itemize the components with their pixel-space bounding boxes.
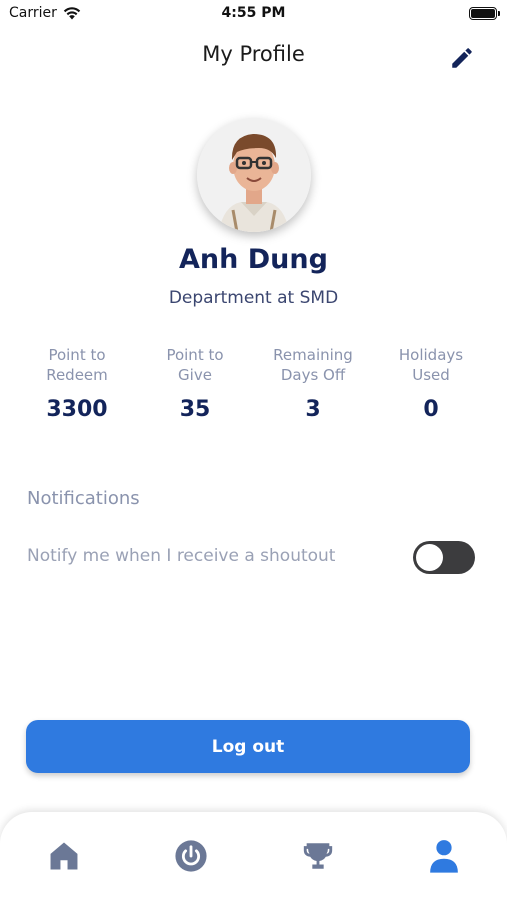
battery-icon: [469, 7, 500, 20]
tab-home[interactable]: [40, 832, 88, 880]
page-title: My Profile: [202, 42, 305, 66]
clock: 4:55 PM: [221, 5, 286, 21]
stat-label: Remaining Days Off: [273, 346, 353, 384]
shoutout-notification-label: Notify me when I receive a shoutout: [27, 546, 336, 566]
tab-power[interactable]: [167, 832, 215, 880]
stat-value: 35: [179, 397, 211, 422]
tab-trophy[interactable]: [294, 832, 342, 880]
home-icon: [50, 842, 78, 870]
stat-point-to-give: Point to Give 35: [136, 345, 254, 422]
stat-point-to-redeem: Point to Redeem 3300: [18, 345, 136, 422]
trophy-icon: [303, 843, 333, 869]
stats-row: Point to Redeem 3300 Point to Give 35 Re…: [18, 345, 490, 422]
stat-value: 3: [305, 397, 321, 422]
notifications-heading: Notifications: [27, 488, 140, 509]
toggle-knob: [416, 544, 443, 571]
avatar-illustration: [197, 118, 311, 232]
bottom-tab-bar: [0, 812, 507, 900]
pencil-icon: [452, 48, 472, 68]
profile-name: Anh Dung: [179, 244, 328, 275]
stat-value: 0: [423, 397, 439, 422]
shoutout-notification-toggle[interactable]: [413, 541, 475, 574]
avatar: [197, 118, 311, 232]
stat-remaining-days-off: Remaining Days Off 3: [254, 345, 372, 422]
tab-profile[interactable]: [420, 832, 468, 880]
profile-icon: [430, 840, 458, 873]
stat-holidays-used: Holidays Used 0: [372, 345, 490, 422]
profile-department: Department at SMD: [168, 288, 339, 308]
stat-label: Point to Give: [166, 346, 224, 384]
stat-label: Point to Redeem: [46, 346, 108, 384]
stat-value: 3300: [46, 397, 108, 422]
status-bar: Carrier 4:55 PM: [0, 0, 507, 28]
shoutout-notification-row: Notify me when I receive a shoutout: [27, 538, 477, 576]
edit-profile-button[interactable]: [447, 43, 477, 73]
stat-label: Holidays Used: [398, 346, 464, 384]
power-icon: [175, 840, 207, 872]
logout-button[interactable]: Log out: [26, 720, 470, 773]
